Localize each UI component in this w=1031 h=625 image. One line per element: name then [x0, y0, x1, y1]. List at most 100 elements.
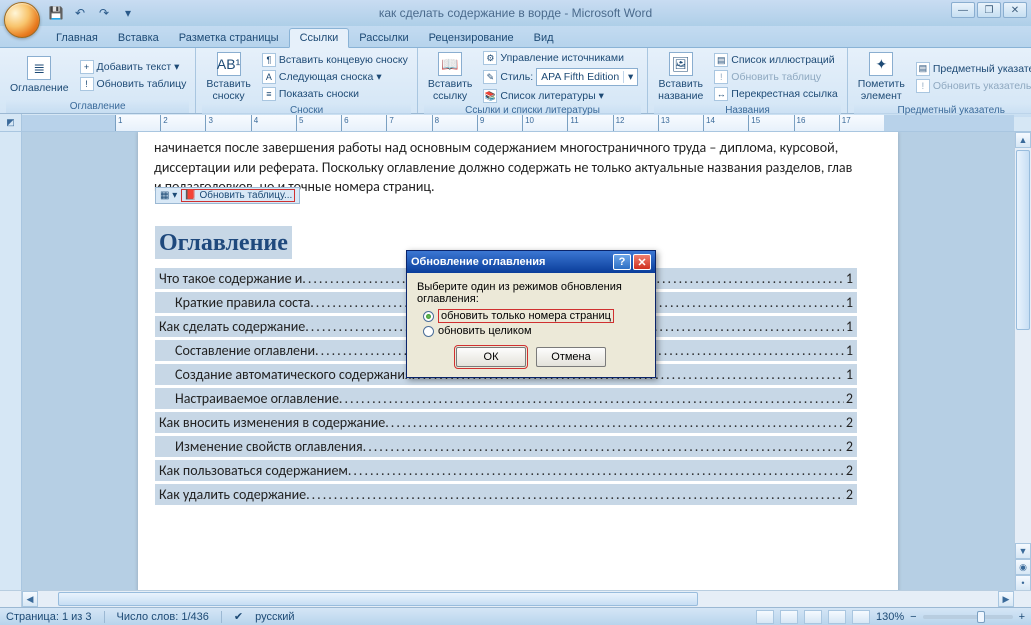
next-footnote-button[interactable]: AСледующая сноска ▾ [259, 69, 411, 85]
save-icon[interactable]: 💾 [46, 3, 66, 23]
group-captions: 🖼 Вставить название ▤Список иллюстраций … [648, 48, 848, 113]
toc-entry[interactable]: Как вносить изменения в содержание .....… [155, 412, 857, 433]
redo-icon[interactable]: ↷ [94, 3, 114, 23]
window-controls: — ❐ ✕ [951, 2, 1027, 18]
radio-update-all[interactable]: обновить целиком [423, 325, 645, 337]
update-tof-button[interactable]: !Обновить таблицу [711, 69, 840, 85]
bibliography-button[interactable]: 📚Список литературы ▾ [480, 88, 641, 104]
group-toc: ≣ Оглавление +Добавить текст ▾ !Обновить… [0, 48, 196, 113]
insert-endnote-button[interactable]: ¶Вставить концевую сноску [259, 52, 411, 68]
insert-footnote-button[interactable]: AB¹ Вставить сноску [202, 50, 255, 104]
zoom-in-button[interactable]: + [1019, 611, 1025, 623]
table-of-figures-button[interactable]: ▤Список иллюстраций [711, 52, 840, 68]
zoom-level[interactable]: 130% [876, 611, 904, 623]
office-button[interactable] [4, 2, 40, 38]
toc-field-tab[interactable]: ▦ ▾ 📕 Обновить таблицу... [155, 187, 300, 204]
radio-icon [423, 326, 434, 337]
scroll-thumb[interactable] [1016, 150, 1030, 330]
horizontal-scrollbar[interactable] [38, 591, 998, 607]
toc-entry-page: 2 [844, 414, 853, 431]
undo-icon[interactable]: ↶ [70, 3, 90, 23]
style-select[interactable]: ✎ Стиль: APA Fifth Edition▾ [480, 67, 641, 87]
ruler-corner[interactable]: ◩ [0, 114, 22, 132]
manage-sources-button[interactable]: ⚙Управление источниками [480, 50, 641, 66]
titlebar: 💾 ↶ ↷ ▾ как сделать содержание в ворде -… [0, 0, 1031, 26]
browse-prev-button[interactable]: ◉ [1015, 559, 1031, 575]
toc-update-link[interactable]: 📕 Обновить таблицу... [181, 189, 295, 202]
status-page[interactable]: Страница: 1 из 3 [6, 611, 92, 623]
toc-entry[interactable]: Настраиваемое оглавление ...............… [155, 388, 857, 409]
scroll-right-button[interactable]: ▶ [998, 591, 1014, 607]
radio-update-pages[interactable]: обновить только номера страниц [423, 309, 645, 323]
status-language[interactable]: русский [255, 611, 294, 623]
zoom-out-button[interactable]: − [910, 611, 916, 623]
insert-index-button[interactable]: ▤Предметный указатель [913, 61, 1031, 77]
toc-icon: ≣ [27, 56, 51, 80]
quick-access-toolbar: 💾 ↶ ↷ ▾ [46, 3, 138, 23]
view-print-layout[interactable] [756, 610, 774, 624]
toc-entry-page: 1 [844, 318, 853, 335]
zoom-knob[interactable] [977, 611, 985, 623]
group-toc-label: Оглавление [6, 100, 189, 113]
proofing-icon[interactable]: ✔ [234, 610, 243, 623]
view-draft[interactable] [852, 610, 870, 624]
crossref-icon: ↔ [714, 87, 728, 101]
minimize-button[interactable]: — [951, 2, 975, 18]
browse-select-button[interactable]: • [1015, 575, 1031, 591]
zoom-slider[interactable] [923, 615, 1013, 619]
view-web[interactable] [804, 610, 822, 624]
ok-button[interactable]: ОК [456, 347, 526, 367]
next-icon: A [262, 70, 276, 84]
toc-entry-page: 2 [844, 390, 853, 407]
scroll-up-button[interactable]: ▲ [1015, 132, 1031, 148]
toc-entry-text: Как вносить изменения в содержание [159, 414, 385, 431]
dialog-titlebar[interactable]: Обновление оглавления ? ✕ [407, 251, 655, 273]
scroll-down-button[interactable]: ▼ [1015, 543, 1031, 559]
toc-entry-page: 1 [844, 342, 853, 359]
tab-home[interactable]: Главная [46, 29, 108, 47]
toc-entry-text: Настраиваемое оглавление [175, 390, 339, 407]
toc-title[interactable]: Оглавление [155, 226, 292, 259]
toc-entry-page: 1 [844, 366, 853, 383]
hscroll-thumb[interactable] [58, 592, 698, 606]
toc-entry-text: Краткие правила соста [175, 294, 310, 311]
maximize-button[interactable]: ❐ [977, 2, 1001, 18]
dialog-help-button[interactable]: ? [613, 254, 631, 270]
tab-insert[interactable]: Вставка [108, 29, 169, 47]
toc-entry[interactable]: Как удалить содержание .................… [155, 484, 857, 505]
mark-entry-button[interactable]: ✦ Пометить элемент [854, 50, 909, 104]
scroll-left-button[interactable]: ◀ [22, 591, 38, 607]
chevron-down-icon[interactable]: ▾ [623, 71, 637, 83]
update-toc-button[interactable]: !Обновить таблицу [77, 76, 190, 92]
cross-reference-button[interactable]: ↔Перекрестная ссылка [711, 86, 840, 102]
view-outline[interactable] [828, 610, 846, 624]
toc-entry[interactable]: Как пользоваться содержанием ...........… [155, 460, 857, 481]
update-index-button[interactable]: !Обновить указатель [913, 78, 1031, 94]
toc-entry[interactable]: Изменение свойств оглавления ...........… [155, 436, 857, 457]
toc-entry-text: Создание автоматического содержания [175, 366, 412, 383]
toc-tab-menu-icon[interactable]: ▦ ▾ [160, 190, 177, 201]
tab-view[interactable]: Вид [524, 29, 564, 47]
toc-entry-page: 2 [844, 486, 853, 503]
dialog-close-button[interactable]: ✕ [633, 254, 651, 270]
tab-layout[interactable]: Разметка страницы [169, 29, 289, 47]
horizontal-ruler[interactable]: 12 34 56 78 910 1112 1314 1516 17 [22, 115, 1014, 131]
show-notes-button[interactable]: ≡Показать сноски [259, 86, 411, 102]
tab-references[interactable]: Ссылки [289, 28, 350, 48]
toc-entry-text: Как пользоваться содержанием [159, 462, 348, 479]
toc-entry-page: 2 [844, 462, 853, 479]
insert-caption-button[interactable]: 🖼 Вставить название [654, 50, 707, 104]
vertical-ruler[interactable] [0, 132, 22, 607]
insert-citation-button[interactable]: 📖 Вставить ссылку [424, 50, 477, 104]
view-full-screen[interactable] [780, 610, 798, 624]
status-words[interactable]: Число слов: 1/436 [117, 611, 209, 623]
vertical-scrollbar[interactable]: ▲ ▼ ◉ • ◉ [1014, 132, 1031, 607]
toc-button[interactable]: ≣ Оглавление [6, 50, 73, 100]
add-text-button[interactable]: +Добавить текст ▾ [77, 59, 190, 75]
refresh-icon: ! [80, 77, 94, 91]
tab-review[interactable]: Рецензирование [419, 29, 524, 47]
tab-mailings[interactable]: Рассылки [349, 29, 418, 47]
cancel-button[interactable]: Отмена [536, 347, 606, 367]
close-button[interactable]: ✕ [1003, 2, 1027, 18]
qat-customize-icon[interactable]: ▾ [118, 3, 138, 23]
